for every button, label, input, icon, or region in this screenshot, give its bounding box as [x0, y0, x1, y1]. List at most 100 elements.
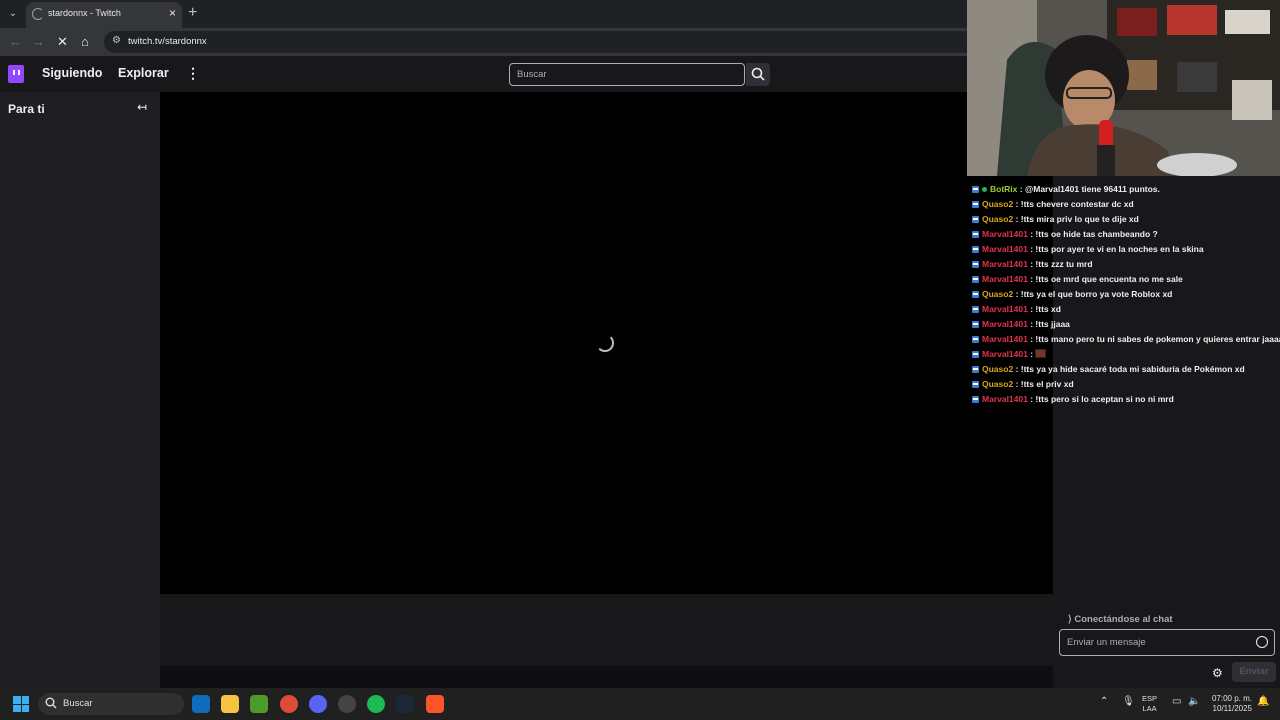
send-button[interactable]: Enviar — [1232, 662, 1276, 682]
chat-message: Quaso2 : !tts mira priv lo que te dije x… — [972, 214, 1139, 224]
search-placeholder: Buscar — [517, 69, 547, 80]
microphone-icon[interactable]: 🎙 — [1122, 696, 1135, 707]
taskbar-search-label: Buscar — [63, 698, 93, 709]
close-icon[interactable]: × — [169, 6, 176, 20]
chat-text: : !tts zzz tu mrd — [1030, 259, 1093, 269]
collapse-sidebar-icon[interactable]: ↤ — [137, 100, 147, 114]
language-indicator[interactable]: ESP LAA — [1142, 694, 1157, 714]
forward-arrow-icon[interactable]: → — [32, 34, 45, 49]
emote-picker-icon[interactable] — [1256, 636, 1268, 648]
chat-text: : !tts mano pero tu ni sabes de pokemon … — [1030, 334, 1280, 344]
new-tab-plus-icon[interactable]: + — [188, 4, 197, 22]
brave-app-icon[interactable] — [426, 695, 444, 713]
chat-message: Marval1401 : !tts xd — [972, 304, 1061, 314]
chat-text: : !tts ya el que borro ya vote Roblox xd — [1015, 289, 1173, 299]
chat-badge-icon — [972, 186, 979, 193]
chat-text: : !tts ya ya hide sacaré toda mi sabidur… — [1015, 364, 1245, 374]
page-bottom-strip — [160, 666, 1053, 688]
nav-following-link[interactable]: Siguiendo — [42, 66, 102, 80]
chat-username[interactable]: Quaso2 — [982, 379, 1013, 389]
chat-username[interactable]: Quaso2 — [982, 214, 1013, 224]
chat-username[interactable]: Marval1401 — [982, 259, 1028, 269]
chat-badge-icon — [972, 321, 979, 328]
chat-badge-icon — [972, 381, 979, 388]
site-info-icon[interactable]: ⚙ — [112, 35, 121, 46]
chat-username[interactable]: Quaso2 — [982, 364, 1013, 374]
search-button[interactable] — [746, 63, 770, 86]
chat-username[interactable]: Marval1401 — [982, 349, 1028, 359]
github-app-icon[interactable] — [338, 695, 356, 713]
taskbar-search-box[interactable]: Buscar — [38, 693, 184, 715]
chat-text: : !tts pero si lo aceptan si no ni mrd — [1030, 394, 1174, 404]
show-hidden-icons-chevron-icon[interactable]: ⌃ — [1100, 696, 1108, 707]
volume-icon[interactable]: 🔈 — [1188, 696, 1200, 707]
chat-connecting-status: ⟩ Conectándose al chat — [1068, 614, 1173, 625]
chat-username[interactable]: Marval1401 — [982, 244, 1028, 254]
chat-message: Marval1401 : !tts oe mrd que encuenta no… — [972, 274, 1183, 284]
chat-badge-icon — [972, 366, 979, 373]
stop-loading-icon[interactable]: ✕ — [57, 34, 68, 50]
tab-search-chevron-icon[interactable]: ⌄ — [4, 5, 22, 23]
chat-text: : @Marval1401 tiene 96411 puntos. — [1019, 184, 1160, 194]
outlook-app-icon[interactable] — [192, 695, 210, 713]
chat-username[interactable]: Marval1401 — [982, 319, 1028, 329]
discord-app-icon[interactable] — [309, 695, 327, 713]
chat-message: Marval1401 : !tts jjaaa — [972, 319, 1070, 329]
chat-username[interactable]: Quaso2 — [982, 289, 1013, 299]
chat-username[interactable]: Marval1401 — [982, 304, 1028, 314]
nav-explore-link[interactable]: Explorar — [118, 66, 169, 80]
chat-settings-gear-icon[interactable]: ⚙ — [1212, 666, 1223, 680]
video-player[interactable] — [160, 92, 1053, 594]
more-menu-icon[interactable]: ⋮ — [186, 65, 200, 82]
chat-message: Quaso2 : !tts chevere contestar dc xd — [972, 199, 1134, 209]
network-icon[interactable]: ▭ — [1172, 696, 1181, 707]
chat-badge-icon — [972, 336, 979, 343]
chat-badge-icon — [972, 351, 979, 358]
twitch-logo-icon[interactable] — [8, 65, 24, 83]
chat-text: : !tts xd — [1030, 304, 1061, 314]
channel-info-area — [160, 594, 1053, 666]
search-input[interactable]: Buscar — [509, 63, 745, 86]
chat-badge-icon — [972, 231, 979, 238]
tab-title: stardonnx - Twitch — [48, 8, 121, 18]
chat-username[interactable]: Marval1401 — [982, 334, 1028, 344]
chat-username[interactable]: Marval1401 — [982, 229, 1028, 239]
address-url: twitch.tv/stardonnx — [128, 36, 207, 47]
chat-badge-icon — [972, 246, 979, 253]
chrome-app-icon[interactable] — [280, 695, 298, 713]
browser-tab[interactable]: stardonnx - Twitch × — [26, 2, 182, 28]
notification-bell-icon[interactable]: 🔔 — [1257, 696, 1269, 707]
chat-badge-icon — [972, 291, 979, 298]
chat-input-placeholder: Enviar un mensaje — [1067, 637, 1146, 648]
chat-text: : !tts oe hide tas chambeando ? — [1030, 229, 1158, 239]
chat-username[interactable]: BotRix — [990, 184, 1017, 194]
loading-spinner-icon — [596, 334, 614, 352]
chat-message: Quaso2 : !tts ya ya hide sacaré toda mi … — [972, 364, 1245, 374]
spotify-app-icon[interactable] — [367, 695, 385, 713]
minecraft-app-icon[interactable] — [250, 695, 268, 713]
emote-image[interactable] — [1035, 349, 1047, 358]
back-arrow-icon[interactable]: ← — [9, 34, 22, 49]
chat-username[interactable]: Marval1401 — [982, 394, 1028, 404]
chat-text: : !tts jjaaa — [1030, 319, 1070, 329]
sidebar: Para ti ↤ — [0, 92, 160, 688]
bot-status-icon — [982, 187, 987, 192]
home-icon[interactable]: ⌂ — [81, 34, 89, 49]
steam-app-icon[interactable] — [396, 695, 414, 713]
chat-username[interactable]: Quaso2 — [982, 199, 1013, 209]
chat-badge-icon — [972, 276, 979, 283]
system-clock[interactable]: 07:00 p. m. 10/11/2025 — [1206, 694, 1252, 714]
file-explorer-icon[interactable] — [221, 695, 239, 713]
chat-message: Marval1401 : !tts mano pero tu ni sabes … — [972, 334, 1280, 344]
address-bar[interactable]: ⚙ twitch.tv/stardonnx — [104, 31, 984, 53]
webcam-overlay — [967, 0, 1280, 176]
chat-text: : !tts por ayer te vi en la noches en la… — [1030, 244, 1204, 254]
chat-message-input[interactable]: Enviar un mensaje — [1059, 629, 1275, 656]
sidebar-title: Para ti — [8, 102, 45, 116]
chat-text: : !tts oe mrd que encuenta no me sale — [1030, 274, 1183, 284]
windows-taskbar: Buscar ⌃ 🎙 ESP LAA ▭ 🔈 07:00 p. m. 10/11… — [0, 688, 1280, 720]
webcam-feed-image — [967, 0, 1280, 176]
windows-start-icon[interactable] — [13, 696, 29, 712]
chat-username[interactable]: Marval1401 — [982, 274, 1028, 284]
chat-message: Marval1401 : — [972, 349, 1047, 359]
